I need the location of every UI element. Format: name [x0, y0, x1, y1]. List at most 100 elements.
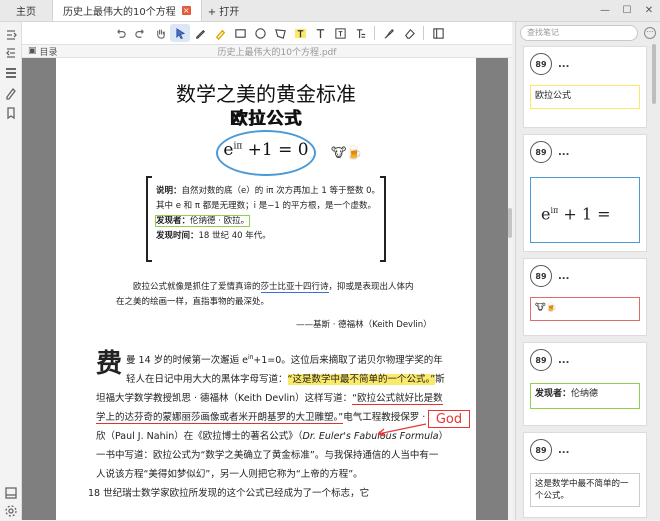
close-tab-icon[interactable]: × [181, 6, 191, 15]
pen-icon[interactable] [190, 24, 210, 42]
note-card-header: 89 ... [530, 349, 569, 371]
highlighter-icon[interactable] [210, 24, 230, 42]
note-text: 伦纳德 [571, 389, 599, 399]
file-name: 历史上最伟大的10个方程.pdf [217, 47, 337, 58]
emoji-annotation[interactable]: 🐮🍺 [331, 146, 363, 161]
note-card[interactable]: 89 ... 欧拉公式 [523, 46, 647, 128]
note-content: 欧拉公式 [530, 85, 640, 109]
note-content: 这是数学中最不简单的一个公式。 [530, 473, 640, 507]
pencil-icon[interactable] [379, 24, 399, 42]
notes-scroll-thumb[interactable] [652, 44, 656, 104]
undo-icon[interactable] [110, 24, 130, 42]
text-highlight-icon[interactable] [290, 24, 310, 42]
pdf-page[interactable]: 数学之美的黄金标准 欧拉公式 eiπ +1 = 0 🐮🍺 说明：自然对数的底（e… [56, 58, 476, 520]
notes-search-input[interactable]: 查找笔记 [520, 25, 638, 41]
euler-formula-rest: +1 = 0 [242, 140, 309, 160]
note-formula: eiπ + 1 = [530, 177, 640, 243]
drop-cap: 费 [96, 349, 123, 379]
definition-line: 其中 e 和 π 都是无理数；i 是−1 的平方根，是一个虚数。 [156, 201, 376, 211]
settings-icon[interactable] [4, 504, 18, 518]
collapse-icon[interactable] [4, 46, 18, 60]
expand-icon[interactable] [4, 28, 18, 42]
note-label: 发现者： [535, 389, 572, 399]
cursor-icon[interactable] [170, 24, 190, 42]
epigraph: 欧拉公式就像是抓住了爱情真谛的莎士比亚十四行诗，抑或是表现出人体内在之美的绘画一… [116, 280, 416, 310]
notes-scrollbar[interactable] [652, 44, 657, 520]
note-menu-icon[interactable]: ... [558, 355, 569, 366]
discoverer-highlight[interactable]: 发现者：伦纳德 · 欧拉。 [154, 215, 251, 227]
outline-toggle[interactable]: ▣ 目录 [28, 45, 58, 58]
tab-document[interactable]: 历史上最伟大的10个方程 × [52, 0, 202, 21]
note-content: 发现者：伦纳德 [530, 383, 640, 409]
outline-icon[interactable] [4, 66, 18, 80]
note-menu-icon[interactable]: ... [558, 59, 569, 70]
annotation-toolbar [22, 22, 512, 44]
document-scrollbar[interactable] [508, 58, 512, 520]
note-card-header: 89 ... [530, 265, 569, 287]
page-badge: 89 [530, 439, 552, 461]
bracket-corner [380, 260, 386, 262]
minimize-button[interactable]: — [594, 0, 616, 21]
note-card[interactable]: 89 ... 这是数学中最不简单的一个公式。 [523, 432, 647, 518]
more-options-button[interactable]: ··· [644, 27, 656, 39]
epigraph-source: ——基斯 · 德福林（Keith Devlin） [296, 320, 432, 330]
bookmark-icon[interactable] [4, 106, 18, 120]
rectangle-icon[interactable] [230, 24, 250, 42]
bracket-corner [380, 176, 386, 178]
discoverer-label: 发现者： [156, 216, 191, 226]
page-badge: 89 [530, 349, 552, 371]
definition-box: 说明：自然对数的底（e）的 iπ 次方再加上 1 等于整数 0。 其中 e 和 … [146, 176, 386, 262]
open-file-button[interactable]: + 打开 [202, 0, 246, 21]
annotation-icon[interactable] [4, 86, 18, 100]
thumbnail-icon[interactable] [4, 486, 18, 500]
note-card[interactable]: 89 ... 🐮🍺 [523, 258, 647, 336]
note-card-header: 89 ... [530, 439, 569, 461]
epigraph-text: 欧拉公式就像是抓住了爱情真谛的 [133, 282, 261, 292]
polygon-icon[interactable] [270, 24, 290, 42]
notes-list: 89 ... 欧拉公式 89 ... eiπ + 1 = 89 ... 🐮🍺 8… [516, 44, 660, 520]
note-content: 🐮🍺 [530, 297, 640, 321]
sidebar-icon[interactable] [428, 24, 448, 42]
page-badge: 89 [530, 141, 552, 163]
god-arrow-annotation[interactable] [374, 420, 428, 440]
circle-icon[interactable] [250, 24, 270, 42]
toolbar-divider [374, 26, 375, 40]
textbox-icon[interactable] [330, 24, 350, 42]
tab-document-label: 历史上最伟大的10个方程 [63, 7, 176, 18]
strikethrough-icon[interactable] [350, 24, 370, 42]
eraser-icon[interactable] [399, 24, 419, 42]
time-line: 发现时间：18 世纪 40 年代。 [156, 229, 384, 244]
note-menu-icon[interactable]: ... [558, 271, 569, 282]
text-icon[interactable] [310, 24, 330, 42]
note-card[interactable]: 89 ... 发现者：伦纳德 [523, 342, 647, 426]
hand-icon[interactable] [150, 24, 170, 42]
scroll-thumb[interactable] [508, 208, 512, 238]
bracket-corner [146, 260, 152, 262]
page-subtitle: 欧拉公式 [230, 109, 302, 129]
tab-bar: 主页 历史上最伟大的10个方程 × + 打开 — ☐ ✕ [0, 0, 660, 22]
left-rail [0, 22, 22, 520]
yellow-highlight-annotation[interactable]: “这是数学中最不简单的一个公式。” [287, 374, 436, 386]
redo-icon[interactable] [130, 24, 150, 42]
tab-home-label: 主页 [16, 7, 36, 18]
blue-underline-annotation[interactable]: 莎士比亚十四行诗 [260, 282, 329, 293]
time-text: 18 世纪 40 年代。 [198, 231, 271, 241]
note-menu-icon[interactable]: ... [558, 147, 569, 158]
notes-panel: 查找笔记 ··· 89 ... 欧拉公式 89 ... eiπ + 1 = 89… [515, 22, 660, 520]
outline-small-icon: ▣ [28, 46, 37, 56]
note-formula-rest: + 1 = [558, 204, 611, 224]
page-title: 数学之美的黄金标准 [176, 82, 356, 106]
definition-line: 说明：自然对数的底（e）的 iπ 次方再加上 1 等于整数 0。 [156, 184, 384, 199]
close-window-button[interactable]: ✕ [638, 0, 660, 21]
euler-formula: eiπ +1 = 0 [216, 140, 316, 160]
tab-home[interactable]: 主页 [0, 0, 52, 21]
note-menu-icon[interactable]: ... [558, 445, 569, 456]
euler-formula-base: e [223, 140, 234, 160]
definition-text: 自然对数的底（e）的 iπ 次方再加上 1 等于整数 0。 [181, 186, 381, 196]
toolbar-divider [423, 26, 424, 40]
god-text-annotation[interactable]: God [428, 410, 470, 428]
open-file-label: + 打开 [207, 7, 240, 18]
note-card[interactable]: 89 ... eiπ + 1 = [523, 134, 647, 252]
document-viewer[interactable]: 数学之美的黄金标准 欧拉公式 eiπ +1 = 0 🐮🍺 说明：自然对数的底（e… [22, 58, 512, 520]
maximize-button[interactable]: ☐ [616, 0, 638, 21]
